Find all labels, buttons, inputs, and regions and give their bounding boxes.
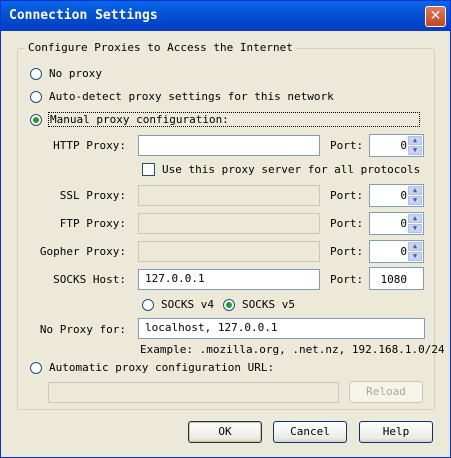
no-proxy-for-input[interactable]: localhost, 127.0.0.1 xyxy=(138,318,425,339)
auto-url-input[interactable] xyxy=(48,382,339,403)
spin-down-icon[interactable]: ▼ xyxy=(408,146,422,155)
http-port-label: Port: xyxy=(330,139,364,152)
auto-url-label: Automatic proxy configuration URL: xyxy=(49,361,275,374)
manual-option[interactable]: Manual proxy configuration: xyxy=(30,112,420,127)
gopher-port-label: Port: xyxy=(330,245,364,258)
gopher-proxy-label: Gopher Proxy: xyxy=(39,245,126,258)
auto-url-radio[interactable] xyxy=(30,361,42,374)
http-proxy-label: HTTP Proxy: xyxy=(53,139,126,152)
ssl-proxy-input[interactable] xyxy=(138,185,320,206)
use-all-option[interactable]: Use this proxy server for all protocols xyxy=(142,163,420,176)
ftp-port-label: Port: xyxy=(330,217,364,230)
http-port-stepper[interactable]: 0 ▲ ▼ xyxy=(369,134,424,157)
window-title: Connection Settings xyxy=(9,8,158,23)
manual-label: Manual proxy configuration: xyxy=(48,112,420,127)
socks-v5-radio[interactable] xyxy=(223,298,235,311)
ssl-port-value: 0 xyxy=(400,189,407,202)
ssl-proxy-label: SSL Proxy: xyxy=(59,189,126,202)
socks-host-label: SOCKS Host: xyxy=(53,273,126,286)
http-port-value: 0 xyxy=(400,139,407,152)
ftp-port-value: 0 xyxy=(400,217,407,230)
use-all-label: Use this proxy server for all protocols xyxy=(162,163,421,176)
socks-host-input[interactable]: 127.0.0.1 xyxy=(138,269,320,290)
no-proxy-option[interactable]: No proxy xyxy=(30,67,102,80)
ssl-port-label: Port: xyxy=(330,189,364,202)
title-bar[interactable]: Connection Settings ✕ xyxy=(1,1,450,31)
auto-url-option[interactable]: Automatic proxy configuration URL: xyxy=(30,361,274,374)
spin-up-icon[interactable]: ▲ xyxy=(408,214,422,223)
no-proxy-example: Example: .mozilla.org, .net.nz, 192.168.… xyxy=(140,343,445,356)
group-legend: Configure Proxies to Access the Internet xyxy=(25,41,296,54)
spin-up-icon[interactable]: ▲ xyxy=(408,186,422,195)
no-proxy-label: No proxy xyxy=(49,67,102,80)
help-button[interactable]: Help xyxy=(359,421,433,443)
no-proxy-radio[interactable] xyxy=(30,67,42,80)
auto-detect-label: Auto-detect proxy settings for this netw… xyxy=(49,90,334,103)
ok-button[interactable]: OK xyxy=(188,421,262,443)
manual-radio[interactable] xyxy=(30,113,42,126)
auto-detect-option[interactable]: Auto-detect proxy settings for this netw… xyxy=(30,90,334,103)
ssl-port-stepper[interactable]: 0 ▲ ▼ xyxy=(369,184,424,207)
ftp-proxy-input[interactable] xyxy=(138,213,320,234)
socks-v4-option[interactable]: SOCKS v4 xyxy=(142,298,214,311)
connection-settings-dialog: Connection Settings ✕ Configure Proxies … xyxy=(0,0,451,458)
spin-down-icon[interactable]: ▼ xyxy=(408,224,422,233)
auto-detect-radio[interactable] xyxy=(30,90,42,103)
spin-down-icon[interactable]: ▼ xyxy=(408,252,422,261)
socks-v5-option[interactable]: SOCKS v5 xyxy=(223,298,295,311)
no-proxy-for-label: No Proxy for: xyxy=(39,323,126,336)
socks-v4-label: SOCKS v4 xyxy=(161,298,214,311)
spin-up-icon[interactable]: ▲ xyxy=(408,242,422,251)
ftp-proxy-label: FTP Proxy: xyxy=(59,217,126,230)
close-icon: ✕ xyxy=(429,8,442,24)
http-proxy-input[interactable] xyxy=(138,135,320,156)
socks-port-label: Port: xyxy=(330,273,364,286)
socks-port-stepper[interactable]: 1080 xyxy=(369,267,424,290)
cancel-button[interactable]: Cancel xyxy=(273,421,347,443)
close-button[interactable]: ✕ xyxy=(425,6,446,27)
gopher-proxy-input[interactable] xyxy=(138,241,320,262)
reload-button[interactable]: Reload xyxy=(349,381,423,403)
use-all-checkbox[interactable] xyxy=(142,163,155,176)
ftp-port-stepper[interactable]: 0 ▲ ▼ xyxy=(369,212,424,235)
gopher-port-stepper[interactable]: 0 ▲ ▼ xyxy=(369,240,424,263)
socks-port-value: 1080 xyxy=(380,273,408,286)
socks-v4-radio[interactable] xyxy=(142,298,154,311)
spin-up-icon[interactable]: ▲ xyxy=(408,136,422,145)
spin-down-icon[interactable]: ▼ xyxy=(408,196,422,205)
socks-v5-label: SOCKS v5 xyxy=(242,298,295,311)
gopher-port-value: 0 xyxy=(400,245,407,258)
